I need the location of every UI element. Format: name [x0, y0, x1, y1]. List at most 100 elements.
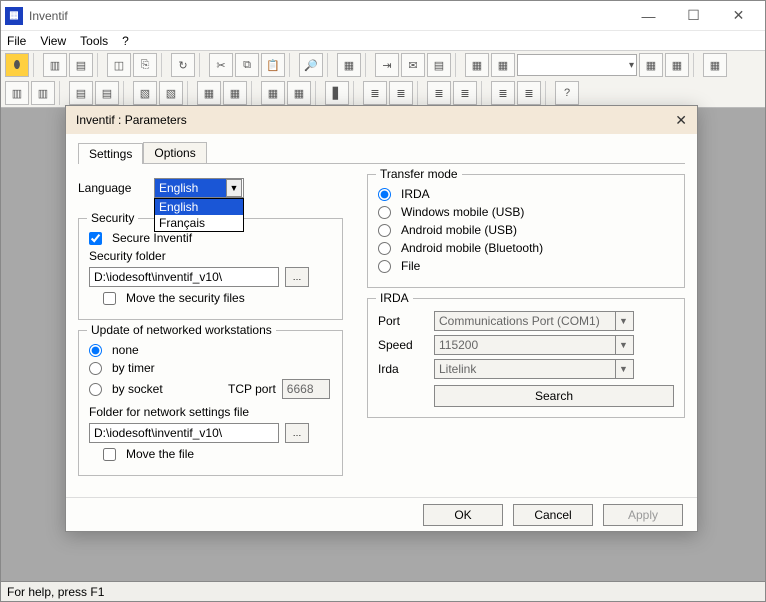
transfer-file-radio[interactable]	[378, 260, 391, 273]
chevron-down-icon: ▼	[615, 336, 631, 354]
menu-help[interactable]: ?	[122, 34, 129, 48]
language-option-francais[interactable]: Français	[155, 215, 243, 231]
update-timer-radio[interactable]	[89, 362, 102, 375]
toolbar-button[interactable]: ▤	[427, 53, 451, 77]
irda-speed-value: 115200	[439, 338, 478, 352]
language-label: Language	[78, 181, 148, 195]
mail-icon[interactable]: ✉	[401, 53, 425, 77]
dialog-close-button[interactable]: ✕	[675, 112, 687, 129]
toolbar-button[interactable]: ⬮	[5, 53, 29, 77]
move-security-files-checkbox[interactable]	[103, 292, 116, 305]
minimize-button[interactable]: —	[626, 2, 671, 30]
toolbar-button[interactable]: ▤	[69, 81, 93, 105]
transfer-winmobile-label: Windows mobile (USB)	[401, 205, 524, 219]
menu-file[interactable]: File	[7, 34, 26, 48]
move-network-file-checkbox[interactable]	[103, 448, 116, 461]
toolbar-button[interactable]: ▤	[95, 81, 119, 105]
search-icon[interactable]: 🔎	[299, 53, 323, 77]
statusbar: For help, press F1	[1, 581, 765, 601]
toolbar-button[interactable]: ▦	[465, 53, 489, 77]
toolbar-button[interactable]: ≣	[453, 81, 477, 105]
transfer-android-usb-radio[interactable]	[378, 224, 391, 237]
toolbar-button[interactable]: ⇥	[375, 53, 399, 77]
update-none-radio[interactable]	[89, 344, 102, 357]
tcp-port-label: TCP port	[228, 382, 276, 396]
transfer-irda-label: IRDA	[401, 187, 430, 201]
transfer-irda-radio[interactable]	[378, 188, 391, 201]
tab-settings[interactable]: Settings	[78, 143, 143, 164]
tab-options[interactable]: Options	[143, 142, 206, 163]
toolbar-button[interactable]: ≣	[491, 81, 515, 105]
irda-port-value: Communications Port (COM1)	[439, 314, 600, 328]
transfer-mode-group: Transfer mode IRDA Windows mobile (USB) …	[367, 174, 685, 288]
toolbar-button[interactable]: ▦	[287, 81, 311, 105]
toolbar-button[interactable]: ≣	[517, 81, 541, 105]
window-title: Inventif	[29, 9, 626, 23]
menu-view[interactable]: View	[40, 34, 66, 48]
copy-icon[interactable]: ⧉	[235, 53, 259, 77]
update-timer-label: by timer	[112, 361, 155, 375]
irda-type-value: Litelink	[439, 362, 476, 376]
irda-speed-dropdown[interactable]: 115200 ▼	[434, 335, 634, 355]
toolbar-button[interactable]: ▧	[133, 81, 157, 105]
toolbar-button[interactable]: ▦	[337, 53, 361, 77]
status-text: For help, press F1	[7, 585, 104, 599]
toolbar-button[interactable]: ▦	[703, 53, 727, 77]
irda-legend: IRDA	[376, 291, 413, 305]
toolbar-button[interactable]: ▦	[261, 81, 285, 105]
toolbar-button[interactable]: ▋	[325, 81, 349, 105]
transfer-android-bt-radio[interactable]	[378, 242, 391, 255]
toolbar-button[interactable]: ▦	[197, 81, 221, 105]
security-folder-label: Security folder	[89, 249, 332, 263]
paste-icon[interactable]: 📋	[261, 53, 285, 77]
network-folder-input[interactable]	[89, 423, 279, 443]
dialog-titlebar: Inventif : Parameters ✕	[66, 106, 697, 134]
irda-type-dropdown[interactable]: Litelink ▼	[434, 359, 634, 379]
toolbar-button[interactable]: ◫	[107, 53, 131, 77]
language-dropdown[interactable]: English ▼	[154, 178, 244, 198]
toolbar-button[interactable]: ▥	[43, 53, 67, 77]
secure-inventif-checkbox[interactable]	[89, 232, 102, 245]
menu-tools[interactable]: Tools	[80, 34, 108, 48]
toolbar-button[interactable]: ▦	[491, 53, 515, 77]
toolbar-button[interactable]: ↻	[171, 53, 195, 77]
toolbar-combo[interactable]	[517, 54, 637, 76]
toolbar-button[interactable]: ⎘	[133, 53, 157, 77]
help-icon[interactable]: ?	[555, 81, 579, 105]
security-group: Security Secure Inventif Security folder…	[78, 218, 343, 320]
irda-port-label: Port	[378, 314, 428, 328]
window-titlebar: ▦ Inventif — ☐ ✕	[1, 1, 765, 31]
toolbar-button[interactable]: ▦	[665, 53, 689, 77]
security-folder-input[interactable]	[89, 267, 279, 287]
apply-button[interactable]: Apply	[603, 504, 683, 526]
toolbar-button[interactable]: ≣	[363, 81, 387, 105]
irda-port-dropdown[interactable]: Communications Port (COM1) ▼	[434, 311, 634, 331]
transfer-android-bt-label: Android mobile (Bluetooth)	[401, 241, 543, 255]
toolbar-button[interactable]: ▦	[639, 53, 663, 77]
security-legend: Security	[87, 211, 138, 225]
cut-icon[interactable]: ✂	[209, 53, 233, 77]
update-none-label: none	[112, 343, 139, 357]
chevron-down-icon[interactable]: ▼	[226, 179, 242, 197]
maximize-button[interactable]: ☐	[671, 2, 716, 30]
ok-button[interactable]: OK	[423, 504, 503, 526]
toolbar-button[interactable]: ≣	[389, 81, 413, 105]
move-security-files-label: Move the security files	[126, 291, 245, 305]
security-folder-browse[interactable]: …	[285, 267, 309, 287]
toolbar-button[interactable]: ≣	[427, 81, 451, 105]
tcp-port-input[interactable]	[282, 379, 330, 399]
update-socket-radio[interactable]	[89, 383, 102, 396]
dialog-tabs: Settings Options	[78, 142, 685, 164]
cancel-button[interactable]: Cancel	[513, 504, 593, 526]
toolbar-button[interactable]: ▥	[31, 81, 55, 105]
language-option-english[interactable]: English	[155, 199, 243, 215]
irda-search-button[interactable]: Search	[434, 385, 674, 407]
irda-type-label: Irda	[378, 362, 428, 376]
network-folder-browse[interactable]: …	[285, 423, 309, 443]
toolbar-button[interactable]: ▦	[223, 81, 247, 105]
toolbar-button[interactable]: ▤	[69, 53, 93, 77]
toolbar-button[interactable]: ▧	[159, 81, 183, 105]
toolbar-button[interactable]: ▥	[5, 81, 29, 105]
transfer-winmobile-radio[interactable]	[378, 206, 391, 219]
close-button[interactable]: ✕	[716, 2, 761, 30]
